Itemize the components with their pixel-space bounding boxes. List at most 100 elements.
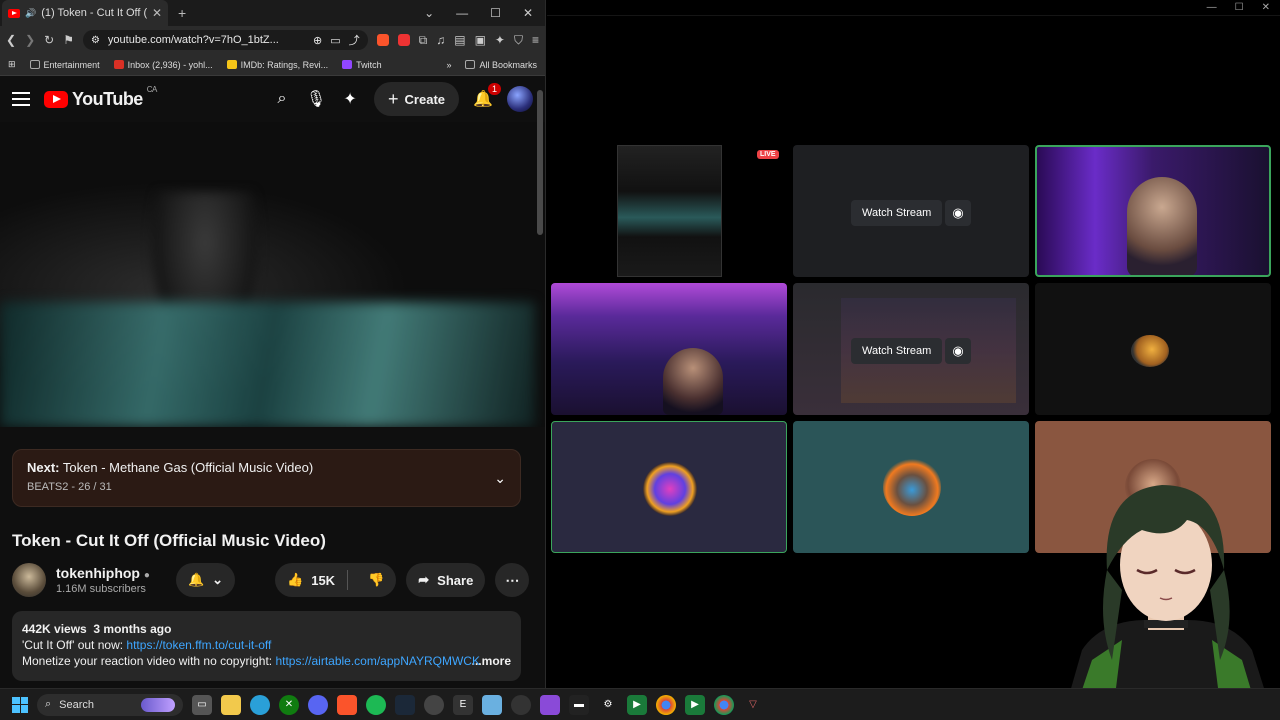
preview-stream-icon[interactable]: ◉	[945, 200, 971, 226]
windows-start-icon[interactable]	[12, 696, 28, 713]
media-player-2-icon[interactable]: ▶	[685, 694, 705, 715]
tab-youtube[interactable]: 🔊 (1) Token - Cut It Off (Official ✕	[2, 0, 168, 26]
zoom-icon[interactable]: ⊕	[313, 34, 322, 47]
description-line-1: 'Cut It Off' out now: https://token.ffm.…	[22, 638, 272, 652]
close-tab-icon[interactable]: ✕	[152, 6, 162, 20]
maximize-button[interactable]: ☐	[1235, 2, 1244, 13]
bookmark-twitch[interactable]: Twitch	[342, 60, 382, 70]
site-info-icon[interactable]: ⚙	[91, 35, 100, 46]
youtube-logo[interactable]: YouTube CA	[44, 85, 157, 110]
bookmark-icon[interactable]: ⚑	[63, 33, 74, 47]
thumbs-down-icon: 👎	[368, 572, 385, 587]
chrome-profile-icon[interactable]	[714, 694, 734, 715]
create-button[interactable]: + Create	[374, 82, 459, 116]
discord-icon[interactable]	[308, 694, 328, 715]
stream-tile-hidden-2[interactable]: Watch Stream ◉	[793, 283, 1029, 415]
participant-tile-webcam-2[interactable]	[551, 283, 787, 415]
participant-tile-avatar-3[interactable]	[793, 421, 1029, 553]
stream-tile-hidden-1[interactable]: Watch Stream ◉	[793, 145, 1029, 277]
maximize-button[interactable]: ☐	[490, 6, 501, 20]
ask-icon[interactable]: ✦	[340, 89, 360, 109]
url-bar[interactable]: ⚙ youtube.com/watch?v=7hO_1btZ... ⊕ ▭ ⤴	[82, 30, 368, 50]
chatgpt-icon[interactable]	[511, 694, 531, 715]
like-button[interactable]: 👍 15K	[275, 570, 349, 590]
description-link-1[interactable]: https://token.ffm.to/cut-it-off	[126, 638, 271, 652]
epic-games-icon[interactable]: E	[453, 694, 473, 715]
microphone-icon[interactable]: 🎙	[306, 89, 326, 109]
close-window-button[interactable]: ✕	[1262, 2, 1270, 13]
video-player[interactable]	[0, 122, 545, 427]
clapperboard-icon[interactable]	[540, 694, 560, 715]
watch-stream-button[interactable]: Watch Stream	[851, 338, 943, 364]
reload-icon[interactable]: ↻	[44, 33, 54, 47]
steam-icon[interactable]	[395, 694, 415, 715]
channel-name[interactable]: tokenhiphop ●	[56, 565, 150, 581]
page-scrollbar[interactable]	[537, 90, 543, 235]
notification-badge: 1	[487, 83, 501, 95]
minimize-button[interactable]: —	[456, 6, 468, 20]
watch-stream-button[interactable]: Watch Stream	[851, 200, 943, 226]
subscription-bell-button[interactable]: 🔔 ⌄	[175, 563, 236, 597]
vpn-icon[interactable]: ⛉	[514, 33, 523, 48]
chevron-down-icon[interactable]: ⌄	[494, 470, 506, 487]
more-bookmarks-icon[interactable]: »	[446, 60, 451, 70]
preview-stream-icon[interactable]: ◉	[945, 338, 971, 364]
description-line-2: ...more Monetize your reaction video wit…	[22, 654, 511, 668]
user-avatar[interactable]	[507, 86, 533, 112]
participant-tile-avatar-1[interactable]	[1035, 283, 1271, 415]
bookmark-entertainment[interactable]: Entertainment	[29, 60, 100, 70]
stream-tile-screenshare[interactable]: LIVE	[551, 145, 787, 277]
dislike-button[interactable]: 👎	[356, 572, 396, 588]
bookmark-imdb[interactable]: IMDb: Ratings, Revi...	[226, 60, 328, 70]
menu-icon[interactable]: ≡	[532, 33, 539, 47]
channel-row: tokenhiphop ● 1.16M subscribers 🔔 ⌄ 👍 15…	[12, 563, 533, 597]
sidebar-icon[interactable]: ▤	[454, 33, 465, 47]
obs-icon[interactable]	[424, 694, 444, 715]
new-tab-button[interactable]: +	[178, 5, 186, 21]
forward-icon[interactable]: ❯	[25, 33, 35, 47]
up-next-title-line: Next: Token - Methane Gas (Official Musi…	[27, 460, 314, 475]
media-player-icon[interactable]: ▶	[627, 694, 647, 715]
description-box[interactable]: 442K views 3 months ago 'Cut It Off' out…	[12, 611, 521, 681]
leo-ai-icon[interactable]: ✦	[495, 33, 505, 47]
up-next-panel[interactable]: Next: Token - Methane Gas (Official Musi…	[12, 449, 521, 507]
more-actions-button[interactable]: ⋯	[495, 563, 530, 597]
notepad-icon[interactable]	[482, 694, 502, 715]
edge-icon[interactable]	[250, 694, 270, 715]
brave-icon[interactable]	[337, 694, 357, 715]
hamburger-menu-icon[interactable]	[12, 92, 30, 106]
tab-search-icon[interactable]: ⌄	[424, 6, 434, 20]
task-view-icon[interactable]: ▭	[192, 694, 212, 715]
wallet-icon[interactable]: ▣	[475, 33, 486, 47]
notifications-bell-icon[interactable]: 🔔 1	[473, 83, 501, 109]
verified-icon: ●	[143, 570, 150, 581]
apps-icon[interactable]: ⊞	[8, 59, 16, 70]
brave-rewards-icon[interactable]	[397, 34, 410, 46]
channel-avatar[interactable]	[12, 563, 46, 597]
cast-icon[interactable]: ▭	[330, 34, 340, 47]
terminal-icon[interactable]: ▬	[569, 694, 589, 715]
participant-figure	[1127, 177, 1197, 275]
chrome-icon[interactable]	[656, 694, 676, 715]
vortex-icon[interactable]: ▽	[743, 695, 763, 715]
share-url-icon[interactable]: ⤴	[349, 32, 360, 48]
xbox-icon[interactable]: ✕	[279, 694, 299, 715]
extensions-icon[interactable]: ⧉	[419, 33, 428, 48]
settings-icon[interactable]: ⚙	[598, 695, 618, 715]
description-link-2[interactable]: https://airtable.com/appNAYRQMWCK	[275, 654, 480, 668]
window-controls: ⌄ — ☐ ✕	[424, 6, 545, 20]
bookmark-gmail[interactable]: Inbox (2,936) - yohl...	[113, 60, 213, 70]
close-window-button[interactable]: ✕	[523, 6, 533, 20]
back-icon[interactable]: ❮	[6, 33, 16, 47]
all-bookmarks[interactable]: All Bookmarks	[465, 60, 537, 70]
participant-tile-webcam-1[interactable]	[1035, 145, 1271, 277]
music-icon[interactable]: ♫	[436, 33, 445, 47]
share-button[interactable]: ➦ Share	[406, 563, 486, 597]
file-explorer-icon[interactable]	[221, 694, 241, 715]
participant-tile-avatar-2[interactable]	[551, 421, 787, 553]
brave-shields-icon[interactable]	[376, 34, 389, 46]
taskbar-search[interactable]: ⌕ Search	[37, 693, 183, 716]
search-icon[interactable]: ⌕	[272, 89, 292, 109]
spotify-icon[interactable]	[366, 694, 386, 715]
minimize-button[interactable]: —	[1207, 2, 1217, 13]
